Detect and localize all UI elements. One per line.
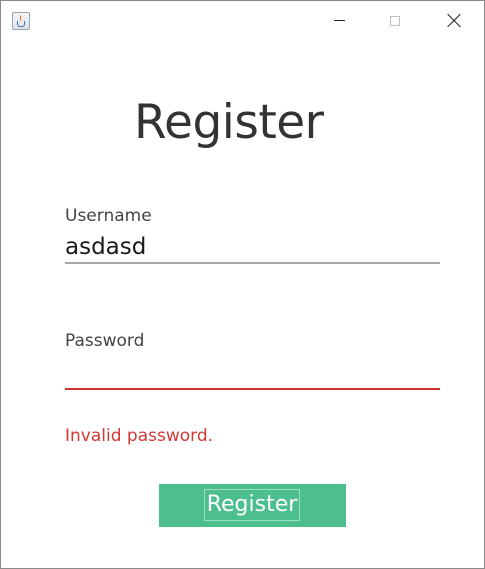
title-bar[interactable] (1, 1, 484, 41)
close-icon (447, 14, 461, 28)
page-title: Register (134, 95, 324, 150)
register-window: Register Username Password Invalid passw… (0, 0, 485, 569)
register-button-label: Register (204, 489, 300, 521)
cup-glyph (17, 21, 25, 27)
error-message: Invalid password. (65, 426, 214, 446)
username-field[interactable] (65, 232, 440, 264)
maximize-button[interactable] (373, 1, 419, 41)
minimize-button[interactable] (317, 1, 363, 41)
java-cup-icon[interactable] (12, 12, 30, 30)
username-label: Username (65, 206, 152, 226)
minimize-icon (334, 20, 345, 21)
maximize-icon (390, 16, 400, 26)
password-field[interactable] (65, 358, 440, 390)
register-button[interactable]: Register (159, 484, 346, 527)
close-button[interactable] (431, 1, 477, 41)
password-label: Password (65, 331, 145, 351)
